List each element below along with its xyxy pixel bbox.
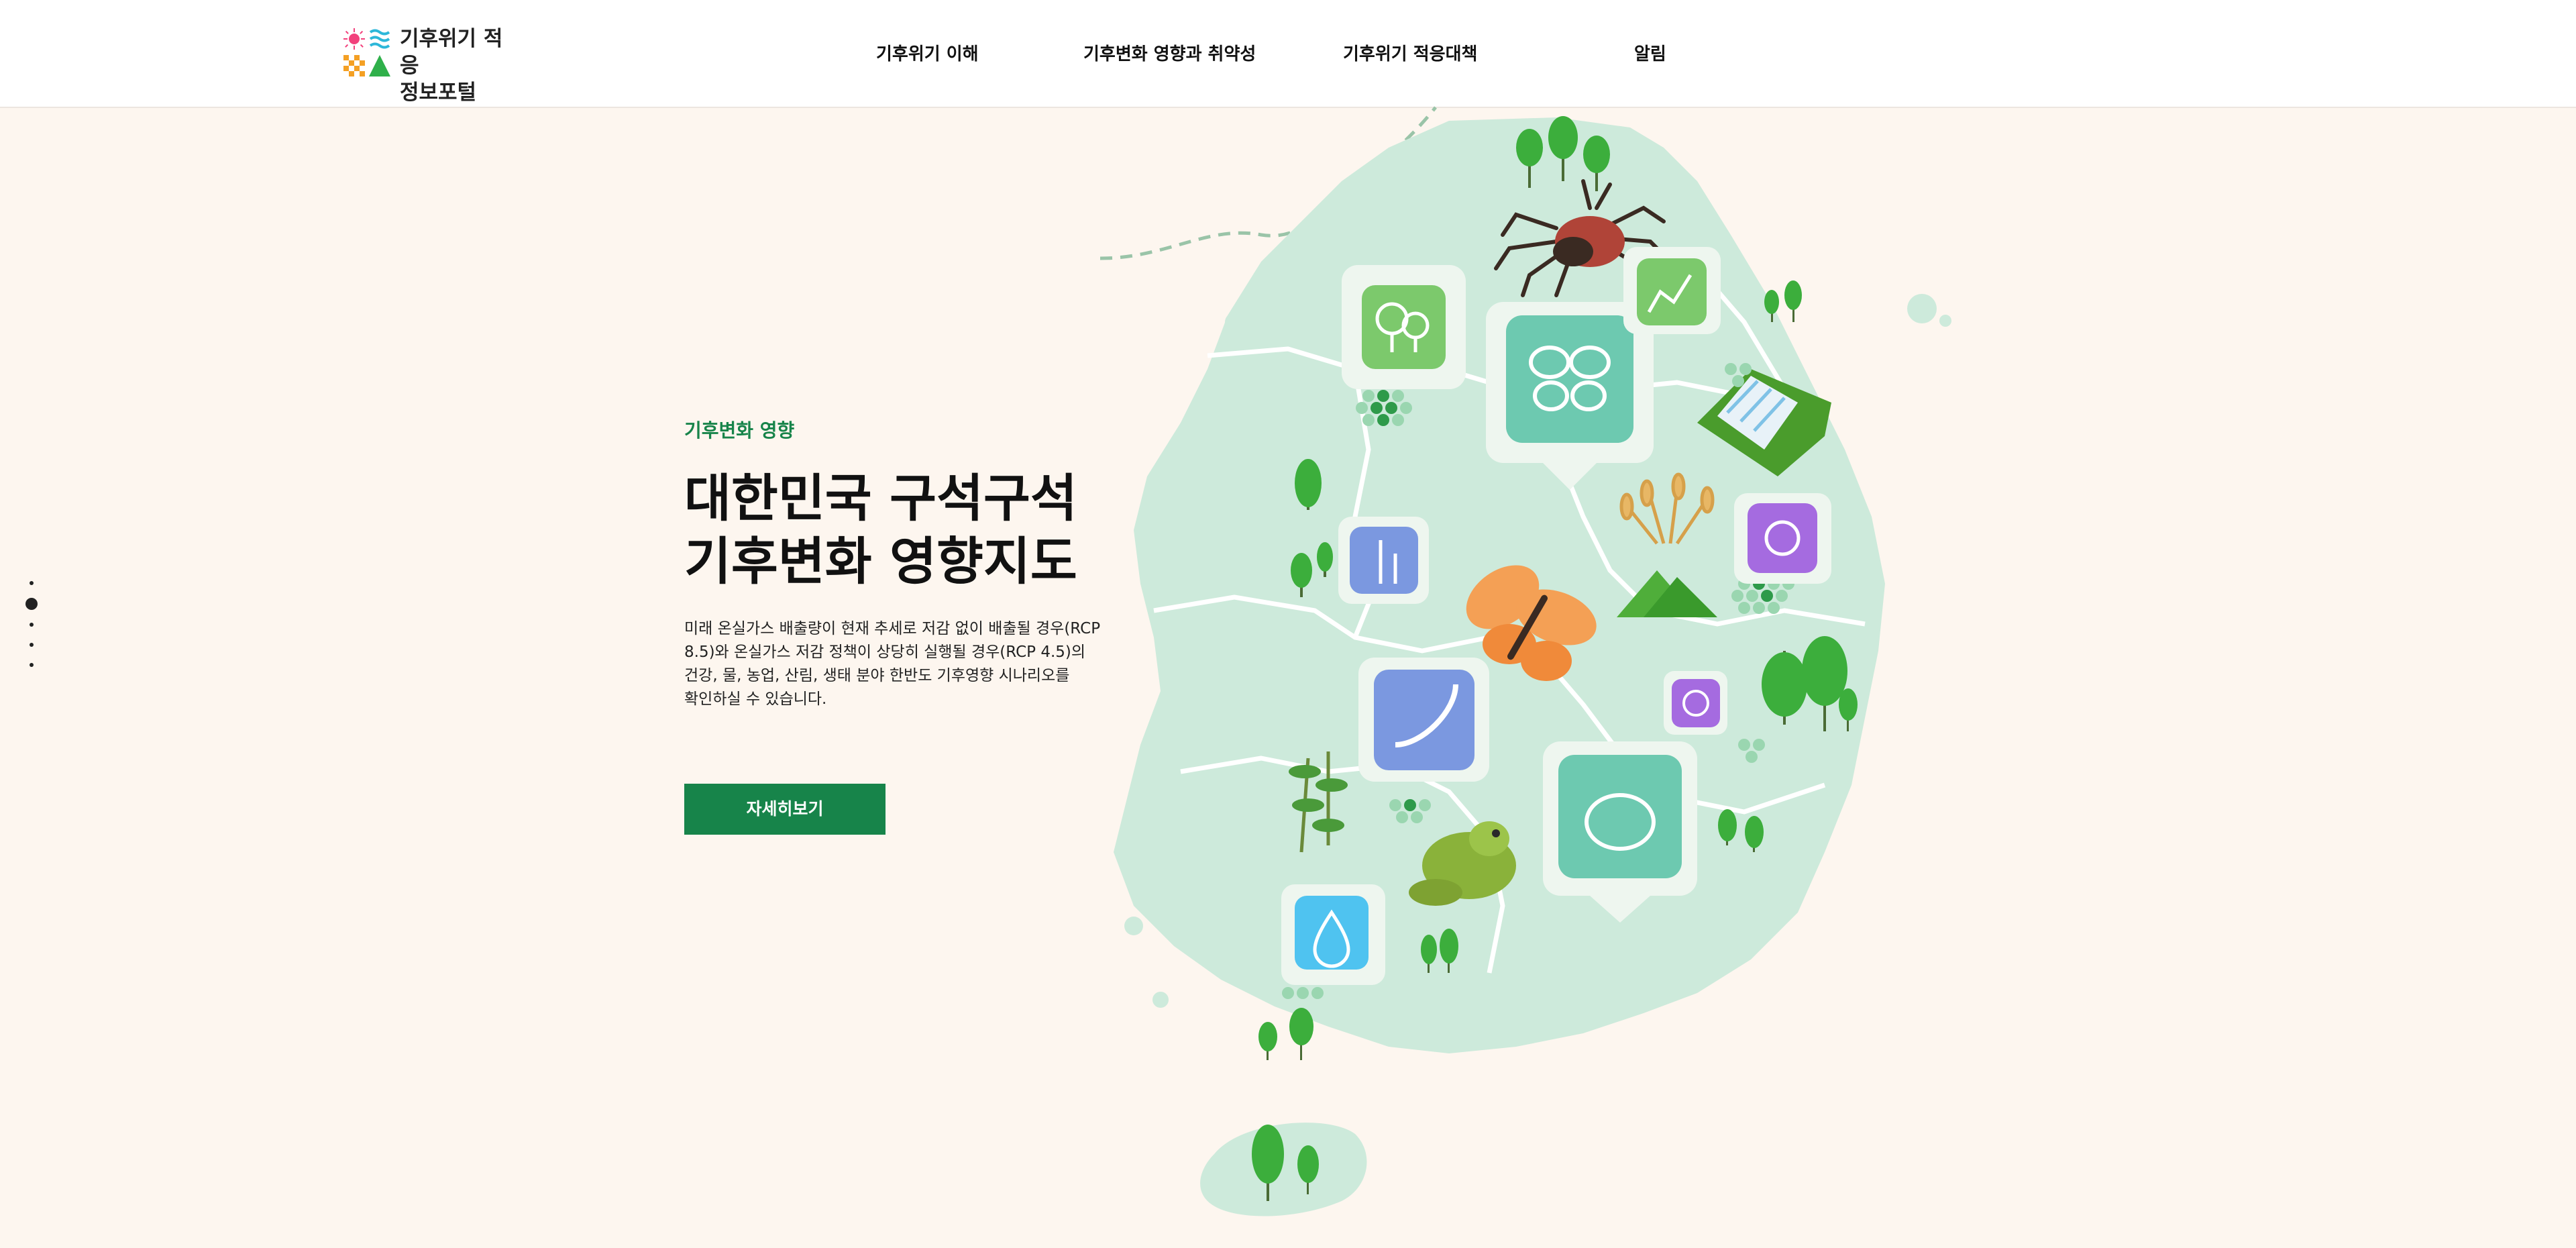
hero-description: 미래 온실가스 배출량이 현재 추세로 저감 없이 배출될 경우(RCP 8.5… — [684, 617, 1120, 711]
dokdo-island — [1939, 315, 1951, 327]
plant-growth-icon[interactable] — [1623, 247, 1721, 334]
bean-icon[interactable] — [1358, 658, 1489, 782]
slide-dot-1[interactable] — [30, 581, 34, 585]
hero-text-block: 기후변화 영향 대한민국 구석구석 기후변화 영향지도 미래 온실가스 배출량이… — [684, 416, 1127, 711]
slide-pagination — [25, 577, 39, 671]
west-island-2 — [1167, 443, 1181, 456]
logo-mark-icon — [343, 28, 390, 76]
water-drop-icon[interactable] — [1281, 884, 1385, 985]
hero-title-line2: 기후변화 영향지도 — [684, 531, 1077, 591]
west-island-1 — [1225, 313, 1244, 331]
sun-icon[interactable] — [1734, 493, 1831, 584]
logo-line1: 기후위기 적응 — [400, 27, 503, 78]
hero-title-line1: 대한민국 구석구석 — [684, 468, 1077, 528]
virus-icon[interactable] — [1664, 671, 1727, 735]
jeju-island — [1200, 1123, 1367, 1216]
portal-logo[interactable]: 기후위기 적응 정보포털 — [342, 25, 503, 105]
nav-item-notice[interactable]: 알림 — [1634, 40, 1666, 65]
frog-icon[interactable] — [1543, 741, 1697, 923]
hero-title: 대한민국 구석구석 기후변화 영향지도 — [684, 467, 1127, 593]
logo-line2: 정보포털 — [400, 81, 477, 105]
nav-item-climate-crisis-understanding[interactable]: 기후위기 이해 — [876, 40, 979, 65]
hero-desc-line3: 건강, 물, 농업, 산림, 생태 분야 한반도 기후영향 시나리오를 — [684, 667, 1070, 684]
logo-text: 기후위기 적응 정보포털 — [400, 25, 503, 106]
slide-dot-5[interactable] — [30, 663, 34, 667]
korea-climate-impact-map — [1099, 106, 1951, 1216]
hero-desc-line1: 미래 온실가스 배출량이 현재 추세로 저감 없이 배출될 경우(RCP — [684, 620, 1101, 637]
view-details-button[interactable]: 자세히보기 — [684, 784, 885, 835]
hero-eyebrow: 기후변화 영향 — [684, 419, 795, 441]
slide-dot-4[interactable] — [30, 643, 34, 647]
hero-desc-line2: 8.5)와 온실가스 저감 정책이 상당히 실행될 경우(RCP 4.5)의 — [684, 643, 1086, 661]
nav-item-adaptation-measures[interactable]: 기후위기 적응대책 — [1343, 40, 1477, 65]
nav-item-impact-vulnerability[interactable]: 기후변화 영향과 취약성 — [1083, 40, 1256, 65]
west-island-4 — [1152, 992, 1169, 1008]
tree-icon[interactable] — [1342, 265, 1466, 389]
site-header: 기후위기 적응 정보포털 기후위기 이해 기후변화 영향과 취약성 기후위기 적… — [0, 0, 2576, 108]
slide-dot-2-active[interactable] — [25, 598, 38, 610]
slide-dot-3[interactable] — [30, 623, 34, 627]
ulleung-island — [1907, 294, 1937, 323]
wheat-icon[interactable] — [1338, 517, 1429, 604]
west-island-3 — [1124, 917, 1143, 935]
hero-desc-line4: 확인하실 수 있습니다. — [684, 690, 827, 708]
